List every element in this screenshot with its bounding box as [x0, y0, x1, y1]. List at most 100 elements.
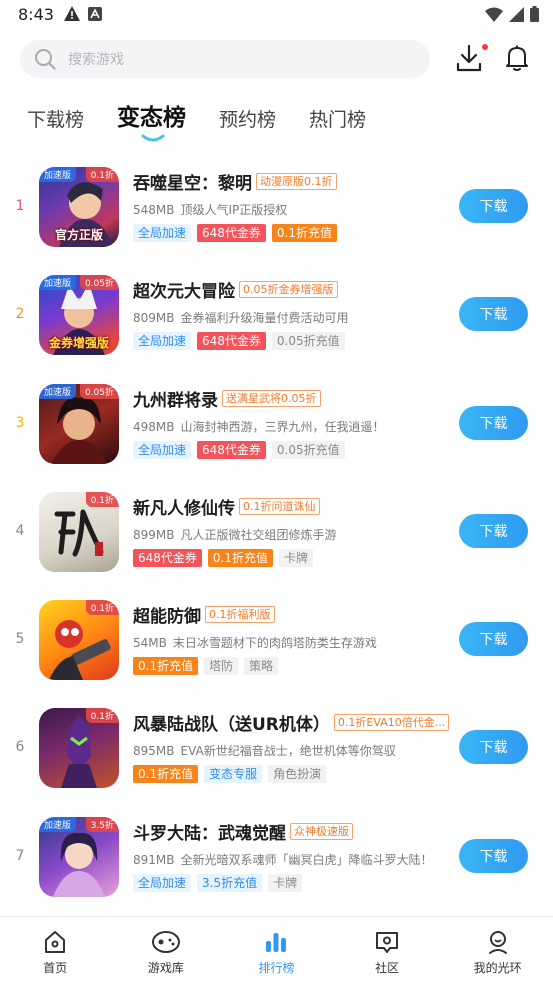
icon-tag-discount: 0.05折	[79, 275, 119, 291]
game-title: 超次元大冒险	[133, 282, 235, 303]
download-manager-button[interactable]	[456, 44, 488, 74]
tag-list: 全局加速 648代金券 0.05折充值	[133, 332, 453, 351]
game-size: 548MB	[133, 203, 175, 217]
game-desc-text: 凡人正版微社交组团修炼手游	[180, 527, 337, 542]
tag: 变态专服	[204, 765, 263, 784]
tag: 塔防	[204, 657, 239, 676]
game-info: 斗罗大陆：武魂觉醒 众神极速版 891MB 全新光暗双系魂师「幽冥白虎」降临斗罗大…	[133, 819, 453, 892]
list-item[interactable]: 7 加速版 3.5折 斗罗大陆：武魂觉醒 众神极速版 891MB 全新光暗双系魂师…	[0, 803, 553, 911]
game-icon: 加速版 0.1折 官方正版	[39, 167, 119, 247]
list-item[interactable]: 5 0.1折 超能防御 0.1折福利版 54MB 末日冰雪题材下的肉鸽塔防类生存游…	[0, 586, 553, 694]
game-icon: 加速版 0.05折	[39, 383, 119, 464]
list-item[interactable]: 3 加速版 0.05折 九州群将录 送满星武将0.05折 498MB 山海封神西游…	[0, 370, 553, 478]
game-icon: 0.1折	[39, 600, 119, 681]
game-info: 九州群将录 送满星武将0.05折 498MB 山海封神西游，三界九州，任我逍遥！ …	[133, 386, 453, 459]
rank-number: 6	[15, 739, 25, 756]
tag: 3.5折充值	[197, 873, 263, 892]
search-row: 搜索游戏	[20, 40, 535, 80]
list-item[interactable]: 2 加速版 0.05折 金券增强版 超次元大冒险 0.05折金券增强版 809M…	[0, 261, 553, 369]
download-button[interactable]: 下载	[459, 622, 528, 657]
list-item[interactable]: 6 0.1折 风暴陆战队（送UR机体） 0.1折EVA10倍代金... 895M…	[0, 694, 553, 802]
tag-list: 全局加速 3.5折充值 卡牌	[133, 873, 453, 892]
notification-button[interactable]	[504, 44, 534, 74]
tab-bt-ranking[interactable]: 变态榜	[117, 98, 186, 142]
download-button[interactable]: 下载	[459, 513, 528, 548]
title-badge: 0.1折福利版	[205, 606, 275, 624]
nav-label: 排行榜	[258, 961, 295, 975]
game-title: 超能防御	[133, 607, 201, 628]
game-icon: 0.1折	[39, 491, 119, 572]
game-size: 891MB	[133, 852, 175, 867]
tag-list: 全局加速 648代金券 0.1折充值	[133, 224, 453, 242]
download-button[interactable]: 下载	[459, 297, 528, 332]
game-title: 九州群将录	[133, 390, 218, 411]
nav-ranking[interactable]: 排行榜	[221, 917, 332, 984]
bottom-nav: 首页 游戏库 排行榜 社区 我的光环	[0, 916, 553, 984]
game-description: 54MB 末日冰雪题材下的肉鸽塔防类生存游戏	[133, 634, 453, 651]
nav-label: 游戏库	[147, 961, 184, 975]
game-size: 498MB	[133, 419, 175, 434]
title-badge: 送满星武将0.05折	[222, 389, 321, 407]
download-button[interactable]: 下载	[459, 730, 528, 765]
title-badge: 0.1折EVA10倍代金...	[333, 714, 450, 732]
tag-list: 648代金券 0.1折充值 卡牌	[133, 548, 453, 567]
nav-community[interactable]: 社区	[332, 917, 443, 984]
tag: 648代金券	[133, 548, 202, 567]
nav-home[interactable]: 首页	[0, 917, 111, 984]
game-desc-text: 末日冰雪题材下的肉鸽塔防类生存游戏	[172, 636, 377, 651]
tab-reservation-ranking[interactable]: 预约榜	[219, 105, 276, 132]
tag: 全局加速	[133, 440, 192, 459]
wifi-icon	[485, 7, 503, 22]
bell-icon	[506, 45, 528, 71]
nav-game-library[interactable]: 游戏库	[111, 917, 222, 984]
tab-download-ranking[interactable]: 下载榜	[27, 105, 84, 132]
icon-tag-discount: 0.1折	[85, 491, 119, 507]
nav-profile[interactable]: 我的光环	[442, 917, 553, 984]
status-bar: 8:43	[0, 0, 553, 30]
icon-tag-speed: 加速版	[39, 383, 77, 399]
tag: 卡牌	[279, 548, 314, 567]
tab-active-indicator	[141, 134, 165, 142]
title-badge: 众神极速版	[290, 822, 353, 840]
game-size: 809MB	[133, 311, 175, 326]
game-list: 1 加速版 0.1折 官方正版 吞噬星空：黎明 动漫原版0.1折 548MB 顶级…	[0, 153, 553, 911]
game-title: 吞噬星空：黎明	[133, 174, 252, 194]
tag: 648代金券	[197, 332, 266, 351]
tag: 全局加速	[133, 224, 192, 242]
game-size: 895MB	[133, 744, 175, 759]
game-desc-text: 顶级人气IP正版授权	[180, 203, 288, 217]
download-button[interactable]: 下载	[459, 189, 528, 223]
tag-list: 全局加速 648代金券 0.05折充值	[133, 440, 453, 459]
game-size: 54MB	[133, 636, 167, 651]
game-icon: 0.1折	[39, 708, 119, 789]
list-item[interactable]: 1 加速版 0.1折 官方正版 吞噬星空：黎明 动漫原版0.1折 548MB 顶级…	[0, 153, 553, 261]
list-item[interactable]: 4 0.1折 新凡人修仙传 0.1折问道诛仙 899MB 凡人正版微社交组团修炼手…	[0, 478, 553, 586]
tag: 648代金券	[197, 224, 266, 242]
gamepad-icon	[151, 931, 180, 953]
rank-number: 5	[15, 631, 25, 648]
title-badge: 0.05折金券增强版	[239, 281, 338, 299]
icon-tag-speed: 加速版	[39, 816, 77, 832]
icon-tag-discount: 0.1折	[85, 708, 119, 724]
nav-label: 社区	[375, 961, 400, 975]
download-button[interactable]: 下载	[459, 838, 528, 873]
download-button[interactable]: 下载	[459, 405, 528, 440]
warning-icon	[64, 6, 80, 21]
title-badge: 0.1折问道诛仙	[239, 497, 320, 515]
search-input[interactable]: 搜索游戏	[20, 40, 430, 78]
search-placeholder: 搜索游戏	[68, 52, 124, 68]
tag: 全局加速	[133, 332, 192, 351]
game-desc-text: 金券福利升级海量付费活动可用	[180, 311, 349, 326]
status-time: 8:43	[18, 5, 54, 24]
tab-hot-ranking[interactable]: 热门榜	[309, 105, 366, 132]
title-badge: 动漫原版0.1折	[256, 173, 337, 190]
game-description: 809MB 金券福利升级海量付费活动可用	[133, 309, 453, 326]
tag: 卡牌	[268, 873, 303, 892]
game-title: 新凡人修仙传	[133, 498, 235, 519]
profile-icon	[488, 931, 507, 954]
game-description: 891MB 全新光暗双系魂师「幽冥白虎」降临斗罗大陆！	[133, 851, 453, 868]
tag: 全局加速	[133, 873, 192, 892]
tag: 0.05折充值	[271, 332, 345, 351]
rank-number: 4	[15, 522, 25, 539]
game-desc-text: 全新光暗双系魂师「幽冥白虎」降临斗罗大陆！	[180, 852, 433, 867]
